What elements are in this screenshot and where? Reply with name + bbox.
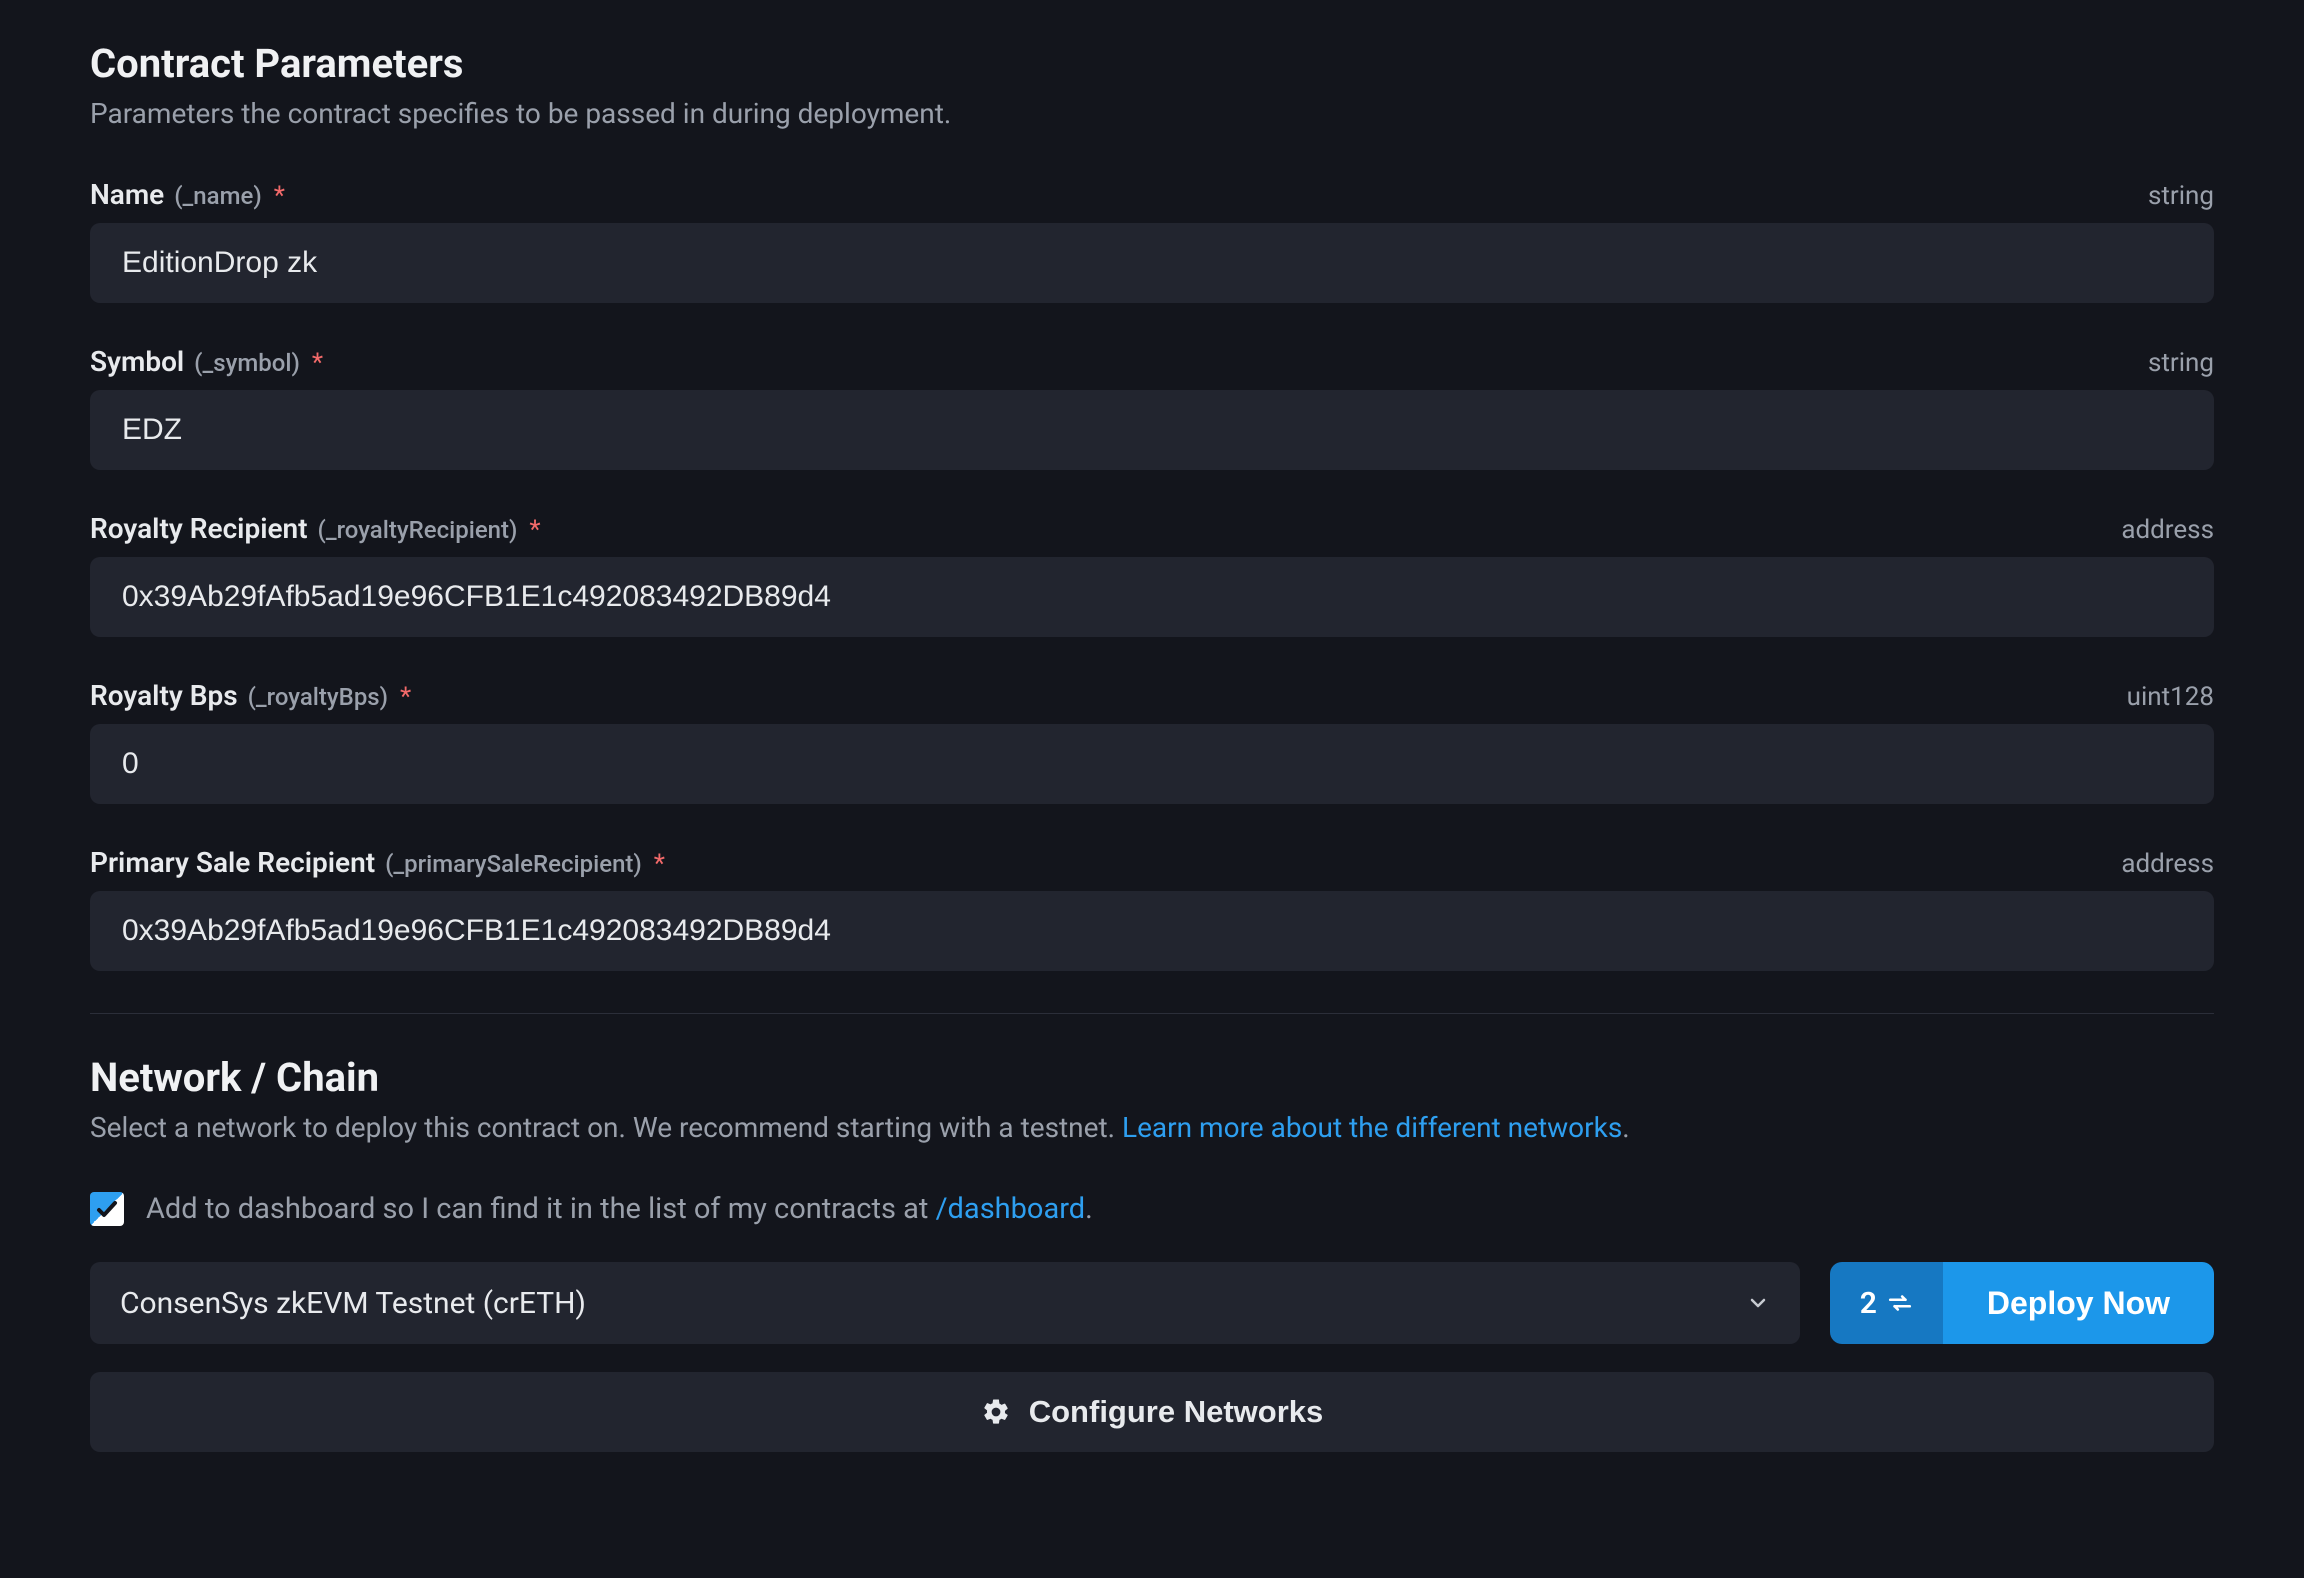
tx-queue-badge[interactable]: 2 <box>1830 1262 1943 1344</box>
section-divider <box>90 1013 2214 1014</box>
network-select-value: ConsenSys zkEVM Testnet (crETH) <box>120 1286 586 1321</box>
network-desc-text: Select a network to deploy this contract… <box>90 1111 1122 1144</box>
field-type: address <box>2121 515 2214 545</box>
network-description: Select a network to deploy this contract… <box>90 1111 2214 1144</box>
tx-queue-count: 2 <box>1860 1286 1877 1321</box>
field-header: Royalty Recipient (_royaltyRecipient) * … <box>90 512 2214 545</box>
field-param: (_name) <box>174 182 262 210</box>
field-type: string <box>2148 348 2214 378</box>
royalty-recipient-input[interactable] <box>90 557 2214 637</box>
field-royalty-bps: Royalty Bps (_royaltyBps) * uint128 <box>90 679 2214 804</box>
field-header: Primary Sale Recipient (_primarySaleReci… <box>90 846 2214 879</box>
field-param: (_royaltyRecipient) <box>318 516 518 544</box>
name-input[interactable] <box>90 223 2214 303</box>
network-select[interactable]: ConsenSys zkEVM Testnet (crETH) <box>90 1262 1800 1344</box>
chevron-down-icon <box>1746 1291 1770 1315</box>
required-marker: * <box>400 682 411 712</box>
swap-icon <box>1887 1290 1913 1316</box>
required-marker: * <box>312 348 323 378</box>
field-param: (_symbol) <box>194 349 300 377</box>
field-label-group: Royalty Recipient (_royaltyRecipient) * <box>90 512 541 545</box>
field-label: Name <box>90 178 164 211</box>
field-header: Royalty Bps (_royaltyBps) * uint128 <box>90 679 2214 712</box>
configure-networks-label: Configure Networks <box>1029 1394 1324 1430</box>
field-label: Royalty Bps <box>90 679 238 712</box>
check-icon <box>95 1197 119 1221</box>
field-header: Name (_name) * string <box>90 178 2214 211</box>
field-label: Symbol <box>90 345 184 378</box>
field-royalty-recipient: Royalty Recipient (_royaltyRecipient) * … <box>90 512 2214 637</box>
royalty-bps-input[interactable] <box>90 724 2214 804</box>
contract-params-title: Contract Parameters <box>90 40 2214 87</box>
field-header: Symbol (_symbol) * string <box>90 345 2214 378</box>
gear-icon <box>981 1397 1011 1427</box>
add-to-dashboard-text-pre: Add to dashboard so I can find it in the… <box>146 1192 936 1226</box>
field-param: (_primarySaleRecipient) <box>385 850 642 878</box>
field-symbol: Symbol (_symbol) * string <box>90 345 2214 470</box>
network-title: Network / Chain <box>90 1054 2214 1101</box>
field-param: (_royaltyBps) <box>248 683 388 711</box>
add-to-dashboard-row: Add to dashboard so I can find it in the… <box>90 1192 2214 1226</box>
deploy-group: 2 Deploy Now <box>1830 1262 2214 1344</box>
field-label-group: Name (_name) * <box>90 178 285 211</box>
add-to-dashboard-checkbox[interactable] <box>90 1192 124 1226</box>
field-name: Name (_name) * string <box>90 178 2214 303</box>
add-to-dashboard-label: Add to dashboard so I can find it in the… <box>146 1192 1093 1226</box>
symbol-input[interactable] <box>90 390 2214 470</box>
configure-networks-button[interactable]: Configure Networks <box>90 1372 2214 1452</box>
deploy-form: Contract Parameters Parameters the contr… <box>0 0 2304 1578</box>
deploy-now-button[interactable]: Deploy Now <box>1943 1262 2214 1344</box>
field-label: Royalty Recipient <box>90 512 308 545</box>
field-label: Primary Sale Recipient <box>90 846 375 879</box>
field-label-group: Royalty Bps (_royaltyBps) * <box>90 679 411 712</box>
field-type: string <box>2148 181 2214 211</box>
field-primary-sale-recipient: Primary Sale Recipient (_primarySaleReci… <box>90 846 2214 971</box>
primary-sale-recipient-input[interactable] <box>90 891 2214 971</box>
network-desc-post: . <box>1622 1111 1629 1144</box>
required-marker: * <box>654 849 665 879</box>
field-label-group: Primary Sale Recipient (_primarySaleReci… <box>90 846 665 879</box>
required-marker: * <box>274 181 285 211</box>
field-label-group: Symbol (_symbol) * <box>90 345 323 378</box>
learn-more-link[interactable]: Learn more about the different networks <box>1122 1111 1622 1144</box>
contract-params-description: Parameters the contract specifies to be … <box>90 97 2214 130</box>
required-marker: * <box>529 515 540 545</box>
action-row: ConsenSys zkEVM Testnet (crETH) 2 Deploy… <box>90 1262 2214 1344</box>
dashboard-link[interactable]: /dashboard <box>936 1192 1086 1226</box>
field-type: address <box>2121 849 2214 879</box>
add-to-dashboard-text-post: . <box>1085 1192 1093 1226</box>
field-type: uint128 <box>2127 682 2214 712</box>
